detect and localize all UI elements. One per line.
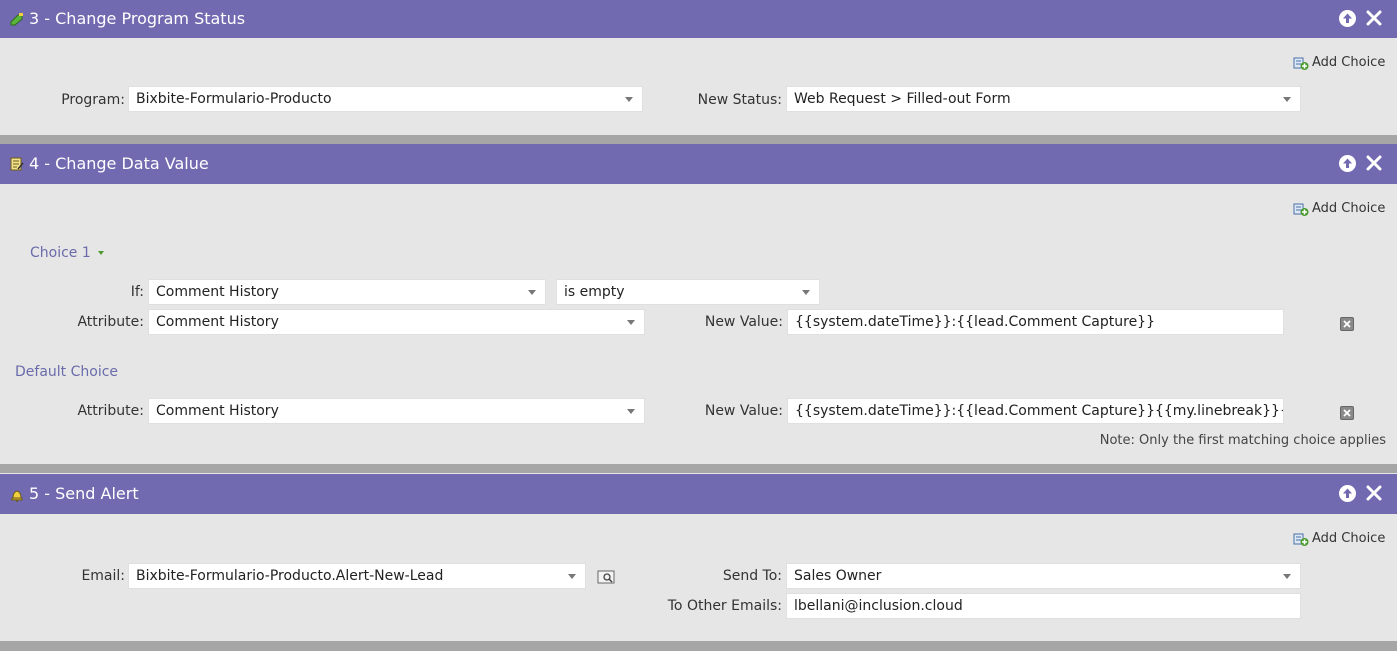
add-choice-icon: [1293, 57, 1309, 70]
attribute-label: Attribute:: [77, 403, 144, 419]
choice-1-new-value-input[interactable]: {{system.dateTime}}:{{lead.Comment Captu…: [787, 309, 1284, 335]
step-header: 5 - Send Alert: [0, 474, 1397, 514]
add-choice-icon: [1293, 203, 1309, 216]
step-change-data-value: 4 - Change Data Value Add Choice Choice …: [0, 144, 1397, 464]
chevron-down-icon: [627, 409, 635, 414]
triangle-down-icon: [98, 251, 105, 255]
if-label: If:: [130, 284, 144, 300]
email-select[interactable]: Bixbite-Formulario-Producto.Alert-New-Le…: [128, 563, 586, 589]
default-new-value-input[interactable]: {{system.dateTime}}:{{lead.Comment Captu…: [787, 398, 1284, 424]
chevron-down-icon: [802, 290, 810, 295]
step-title: 5 - Send Alert: [29, 484, 139, 503]
other-emails-input[interactable]: lbellani@inclusion.cloud: [786, 593, 1301, 619]
step-title: 4 - Change Data Value: [29, 154, 209, 173]
choice-1-label: Choice 1: [30, 245, 91, 261]
program-label: Program:: [61, 92, 125, 108]
step-separator: [0, 135, 1397, 144]
add-choice-label: Add Choice: [1312, 201, 1386, 216]
new-value-label: New Value:: [704, 403, 783, 419]
status-change-icon: [10, 13, 23, 26]
alert-bell-icon: [11, 490, 23, 502]
chevron-down-icon: [625, 97, 633, 102]
delete-choice-icon[interactable]: [1340, 317, 1354, 331]
step-separator: [0, 641, 1397, 651]
add-choice-button[interactable]: Add Choice: [1293, 54, 1389, 72]
send-to-label: Send To:: [722, 568, 782, 584]
add-choice-label: Add Choice: [1312, 531, 1386, 546]
step-title: 3 - Change Program Status: [29, 9, 246, 28]
chevron-down-icon: [1283, 574, 1291, 579]
preview-email-icon[interactable]: [597, 570, 615, 584]
new-status-label: New Status:: [697, 92, 782, 108]
if-field-value: Comment History: [156, 284, 279, 300]
default-attribute-value: Comment History: [156, 403, 279, 419]
default-choice-label: Default Choice: [15, 364, 119, 380]
chevron-down-icon: [627, 320, 635, 325]
delete-choice-icon[interactable]: [1340, 406, 1354, 420]
close-icon[interactable]: [1366, 154, 1382, 172]
add-choice-button[interactable]: Add Choice: [1293, 200, 1389, 218]
close-icon[interactable]: [1366, 9, 1382, 27]
move-up-icon[interactable]: [1339, 155, 1356, 172]
choice-1-toggle[interactable]: Choice 1: [30, 244, 105, 262]
first-match-note: Note: Only the first matching choice app…: [1099, 433, 1386, 448]
move-up-icon[interactable]: [1339, 10, 1356, 27]
new-status-value: Web Request > Filled-out Form: [794, 91, 1011, 107]
email-label: Email:: [81, 568, 125, 584]
program-value: Bixbite-Formulario-Producto: [136, 91, 332, 107]
email-value: Bixbite-Formulario-Producto.Alert-New-Le…: [136, 568, 444, 584]
new-value-label: New Value:: [704, 314, 783, 330]
close-icon[interactable]: [1366, 484, 1382, 502]
choice-1-attribute-select[interactable]: Comment History: [148, 309, 645, 335]
chevron-down-icon: [568, 574, 576, 579]
step-change-program-status: 3 - Change Program Status Add Choice Pro…: [0, 0, 1397, 135]
step-header: 3 - Change Program Status: [0, 0, 1397, 38]
step-header: 4 - Change Data Value: [0, 144, 1397, 184]
other-emails-label: To Other Emails:: [667, 598, 782, 614]
program-select[interactable]: Bixbite-Formulario-Producto: [128, 86, 643, 112]
choice-1-new-value-text: {{system.dateTime}}:{{lead.Comment Captu…: [795, 314, 1155, 330]
if-field-select[interactable]: Comment History: [148, 279, 546, 305]
step-separator: [0, 464, 1397, 473]
default-new-value-text: {{system.dateTime}}:{{lead.Comment Captu…: [795, 403, 1284, 419]
default-attribute-select[interactable]: Comment History: [148, 398, 645, 424]
new-status-select[interactable]: Web Request > Filled-out Form: [786, 86, 1301, 112]
add-choice-label: Add Choice: [1312, 55, 1386, 70]
send-to-select[interactable]: Sales Owner: [786, 563, 1301, 589]
if-operator-value: is empty: [564, 284, 625, 300]
step-send-alert: 5 - Send Alert Add Choice Email: Bixbite…: [0, 474, 1397, 641]
other-emails-value: lbellani@inclusion.cloud: [794, 598, 963, 614]
choice-1-attribute-value: Comment History: [156, 314, 279, 330]
if-operator-select[interactable]: is empty: [556, 279, 820, 305]
add-choice-icon: [1293, 533, 1309, 546]
data-value-icon: [10, 157, 24, 171]
chevron-down-icon: [528, 290, 536, 295]
move-up-icon[interactable]: [1339, 485, 1356, 502]
add-choice-button[interactable]: Add Choice: [1293, 530, 1389, 548]
attribute-label: Attribute:: [77, 314, 144, 330]
send-to-value: Sales Owner: [794, 568, 882, 584]
chevron-down-icon: [1283, 97, 1291, 102]
